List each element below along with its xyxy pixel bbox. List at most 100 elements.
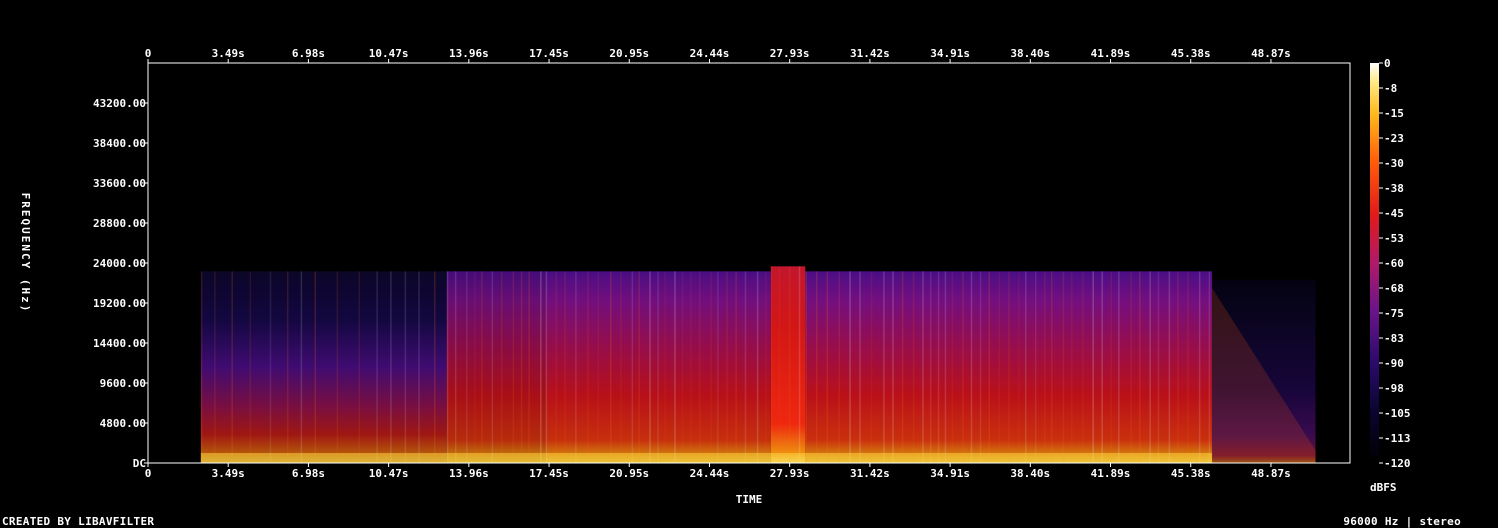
- x-top-tick-label: 13.96s: [449, 47, 489, 60]
- onset-streak: [286, 271, 289, 463]
- x-top-tick-label: 6.98s: [292, 47, 325, 60]
- onset-streak: [1050, 271, 1053, 463]
- onset-streak: [970, 271, 973, 463]
- x-bottom-tick-label: 34.91s: [930, 467, 970, 480]
- x-bottom-tick-label: 24.44s: [690, 467, 730, 480]
- y-tick-label: 14400.00: [93, 337, 146, 350]
- onset-streak: [390, 271, 392, 463]
- onset-streak: [849, 271, 851, 463]
- x-bottom-tick-label: 17.45s: [529, 467, 569, 480]
- colorbar-tick-label: -113: [1384, 432, 1411, 445]
- onset-streak: [1024, 271, 1027, 463]
- x-top-tick-label: 45.38s: [1171, 47, 1211, 60]
- onset-streak: [778, 266, 781, 463]
- onset-streak: [664, 271, 666, 463]
- y-tick-label: 9600.00: [100, 377, 146, 390]
- x-bottom-tick-label: 13.96s: [449, 467, 489, 480]
- onset-streak: [231, 271, 233, 463]
- onset-streak: [1034, 271, 1037, 463]
- footer-credit: CREATED BY LIBAVFILTER: [2, 515, 155, 528]
- onset-streak: [404, 271, 407, 463]
- colorbar-tick-label: -120: [1384, 457, 1411, 470]
- x-top-tick-label: 17.45s: [529, 47, 569, 60]
- y-tick-label: 28800.00: [93, 217, 146, 230]
- onset-streak: [1062, 271, 1065, 463]
- bass-band: [200, 453, 1213, 463]
- colorbar-tick-label: -45: [1384, 207, 1404, 220]
- onset-streak: [454, 271, 457, 463]
- onset-streak: [620, 271, 622, 463]
- x-top-tick-label: 41.89s: [1091, 47, 1131, 60]
- colorbar-tick-label: -23: [1384, 132, 1404, 145]
- onset-streak: [929, 271, 932, 463]
- x-top-tick-label: 10.47s: [369, 47, 409, 60]
- onset-streak: [336, 271, 339, 463]
- colorbar-tick-label: -53: [1384, 232, 1404, 245]
- onset-streak: [433, 271, 436, 463]
- onset-streak: [520, 271, 523, 463]
- onset-streak: [269, 271, 272, 463]
- onset-streak: [805, 271, 807, 463]
- spectrogram-chart: 0 3.49s 6.98s 10.47s 13.96s 17.45s 20.95s 24.44…: [19, 47, 1411, 506]
- onset-streak: [962, 271, 964, 463]
- onset-streak: [545, 271, 548, 463]
- onset-streak: [1208, 271, 1211, 463]
- onset-streak: [1071, 271, 1073, 463]
- onset-streak: [597, 271, 600, 463]
- onset-streak: [314, 271, 317, 463]
- colorbar-tick-label: -8: [1384, 82, 1397, 95]
- onset-streak: [922, 271, 924, 463]
- colorbar-tick-label: 0: [1384, 57, 1391, 70]
- onset-streak: [690, 271, 692, 463]
- x-axis-label: TIME: [736, 493, 763, 506]
- onset-streak: [826, 271, 829, 463]
- onset-streak: [726, 271, 728, 463]
- onset-streak: [859, 271, 861, 463]
- colorbar-tick-label: -90: [1384, 357, 1404, 370]
- onset-streak: [575, 271, 577, 463]
- x-top-tick-label: 3.49s: [212, 47, 245, 60]
- onset-streak: [631, 271, 634, 463]
- onset-streak: [815, 271, 818, 463]
- onset-streak: [1008, 271, 1010, 463]
- onset-streak: [1149, 271, 1151, 463]
- onset-streak: [491, 271, 494, 463]
- x-top-tick-label: 0: [145, 47, 152, 60]
- onset-streak: [770, 266, 773, 463]
- onset-streak: [681, 271, 684, 463]
- onset-streak: [710, 271, 712, 463]
- x-bottom-tick-label: 3.49s: [212, 467, 245, 480]
- y-tick-label: DC: [133, 457, 146, 470]
- onset-streak: [249, 271, 252, 463]
- onset-streak: [200, 271, 203, 463]
- y-tick-label: 4800.00: [100, 417, 146, 430]
- onset-streak: [1017, 271, 1020, 463]
- onset-streak: [998, 271, 1001, 463]
- x-top-tick-label: 48.87s: [1251, 47, 1291, 60]
- footer-format: 96000 Hz | stereo: [1343, 515, 1461, 528]
- onset-streak: [638, 271, 640, 463]
- onset-streak: [446, 271, 449, 463]
- spectrogram-plot: [200, 266, 1316, 463]
- onset-streak: [555, 271, 558, 463]
- x-bottom-tick-label: 20.95s: [609, 467, 649, 480]
- x-bottom-tick-label: 45.38s: [1171, 467, 1211, 480]
- onset-streak: [744, 271, 747, 463]
- onset-streak: [788, 266, 791, 463]
- colorbar-tick-label: -38: [1384, 182, 1404, 195]
- colorbar-tick-label: -98: [1384, 382, 1404, 395]
- onset-streak: [979, 271, 982, 463]
- x-bottom-tick-label: 10.47s: [369, 467, 409, 480]
- x-top-tick-label: 27.93s: [770, 47, 810, 60]
- onset-streak: [610, 271, 612, 463]
- onset-streak: [657, 271, 659, 463]
- y-tick-label: 38400.00: [93, 137, 146, 150]
- colorbar-tick-label: -60: [1384, 257, 1404, 270]
- onset-streak: [1110, 271, 1113, 463]
- onset-streak: [564, 271, 566, 463]
- onset-streak: [300, 271, 303, 463]
- x-top-tick-label: 24.44s: [690, 47, 730, 60]
- colorbar-tick-label: -68: [1384, 282, 1404, 295]
- onset-streak: [481, 271, 483, 463]
- colorbar-label: dBFS: [1370, 481, 1397, 494]
